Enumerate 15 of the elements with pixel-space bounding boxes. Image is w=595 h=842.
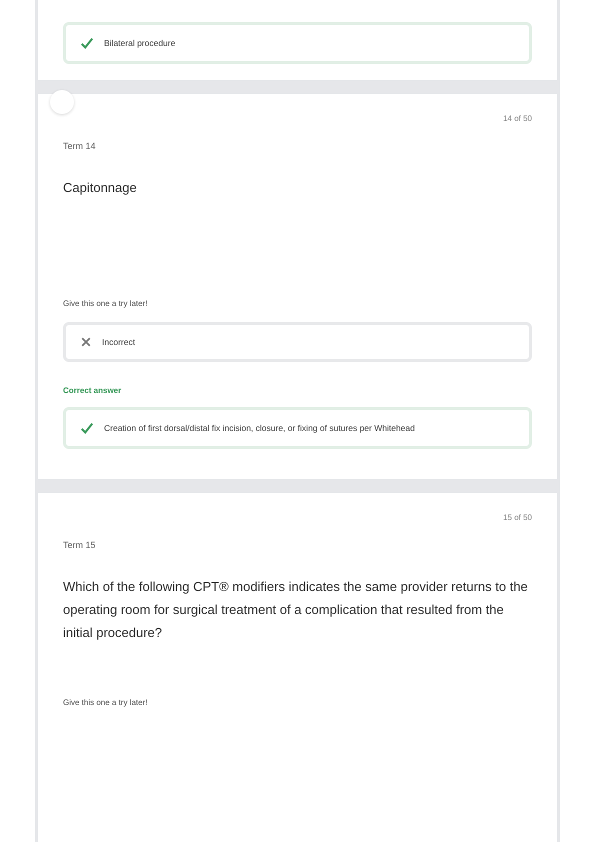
term-label: Term 14 bbox=[63, 141, 97, 151]
correct-answer-label: Correct answer bbox=[63, 386, 122, 395]
term-text: Capitonnage bbox=[63, 179, 138, 197]
term-counter: 14 of 50 bbox=[503, 114, 532, 123]
term-label: Term 15 bbox=[63, 540, 97, 550]
check-icon bbox=[80, 421, 94, 435]
term-text: Which of the following CPT® modifiers indicates the same provider returns to the operating room for surgical treatment of a complication that resulted from the initial procedure? bbox=[63, 578, 529, 642]
answer-text: Creation of first dorsal/distal fix incision, closure, or fixing of sutures per Whitehead bbox=[104, 423, 415, 433]
answer-text: Bilateral procedure bbox=[104, 38, 176, 48]
close-icon bbox=[80, 336, 92, 348]
prompt-text: Give this one a try later! bbox=[63, 299, 148, 308]
answer-text: Incorrect bbox=[102, 337, 136, 347]
check-icon bbox=[80, 36, 94, 50]
term-counter: 15 of 50 bbox=[503, 513, 532, 522]
prompt-text: Give this one a try later! bbox=[63, 698, 148, 707]
